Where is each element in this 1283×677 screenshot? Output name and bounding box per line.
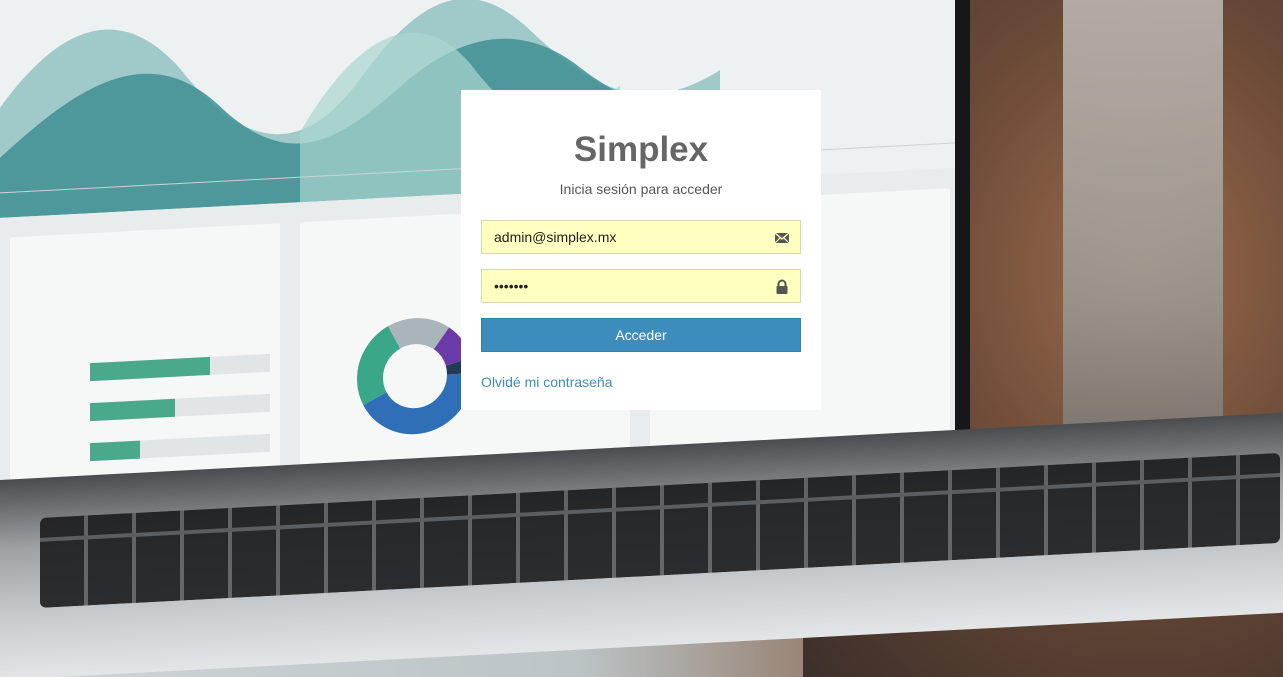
forgot-password-link[interactable]: Olvidé mi contraseña bbox=[481, 374, 613, 390]
password-field-wrapper bbox=[481, 269, 801, 303]
email-field-wrapper bbox=[481, 220, 801, 254]
login-subtitle: Inicia sesión para acceder bbox=[559, 181, 723, 197]
password-field[interactable] bbox=[482, 270, 800, 302]
dashboard-card-left bbox=[10, 223, 280, 508]
login-button[interactable]: Acceder bbox=[481, 318, 801, 352]
lock-icon bbox=[774, 279, 790, 295]
envelope-icon bbox=[774, 230, 790, 246]
email-field[interactable] bbox=[482, 221, 800, 253]
login-panel: Simplex Inicia sesión para acceder Acced… bbox=[461, 90, 821, 410]
login-title: Simplex bbox=[573, 130, 709, 169]
